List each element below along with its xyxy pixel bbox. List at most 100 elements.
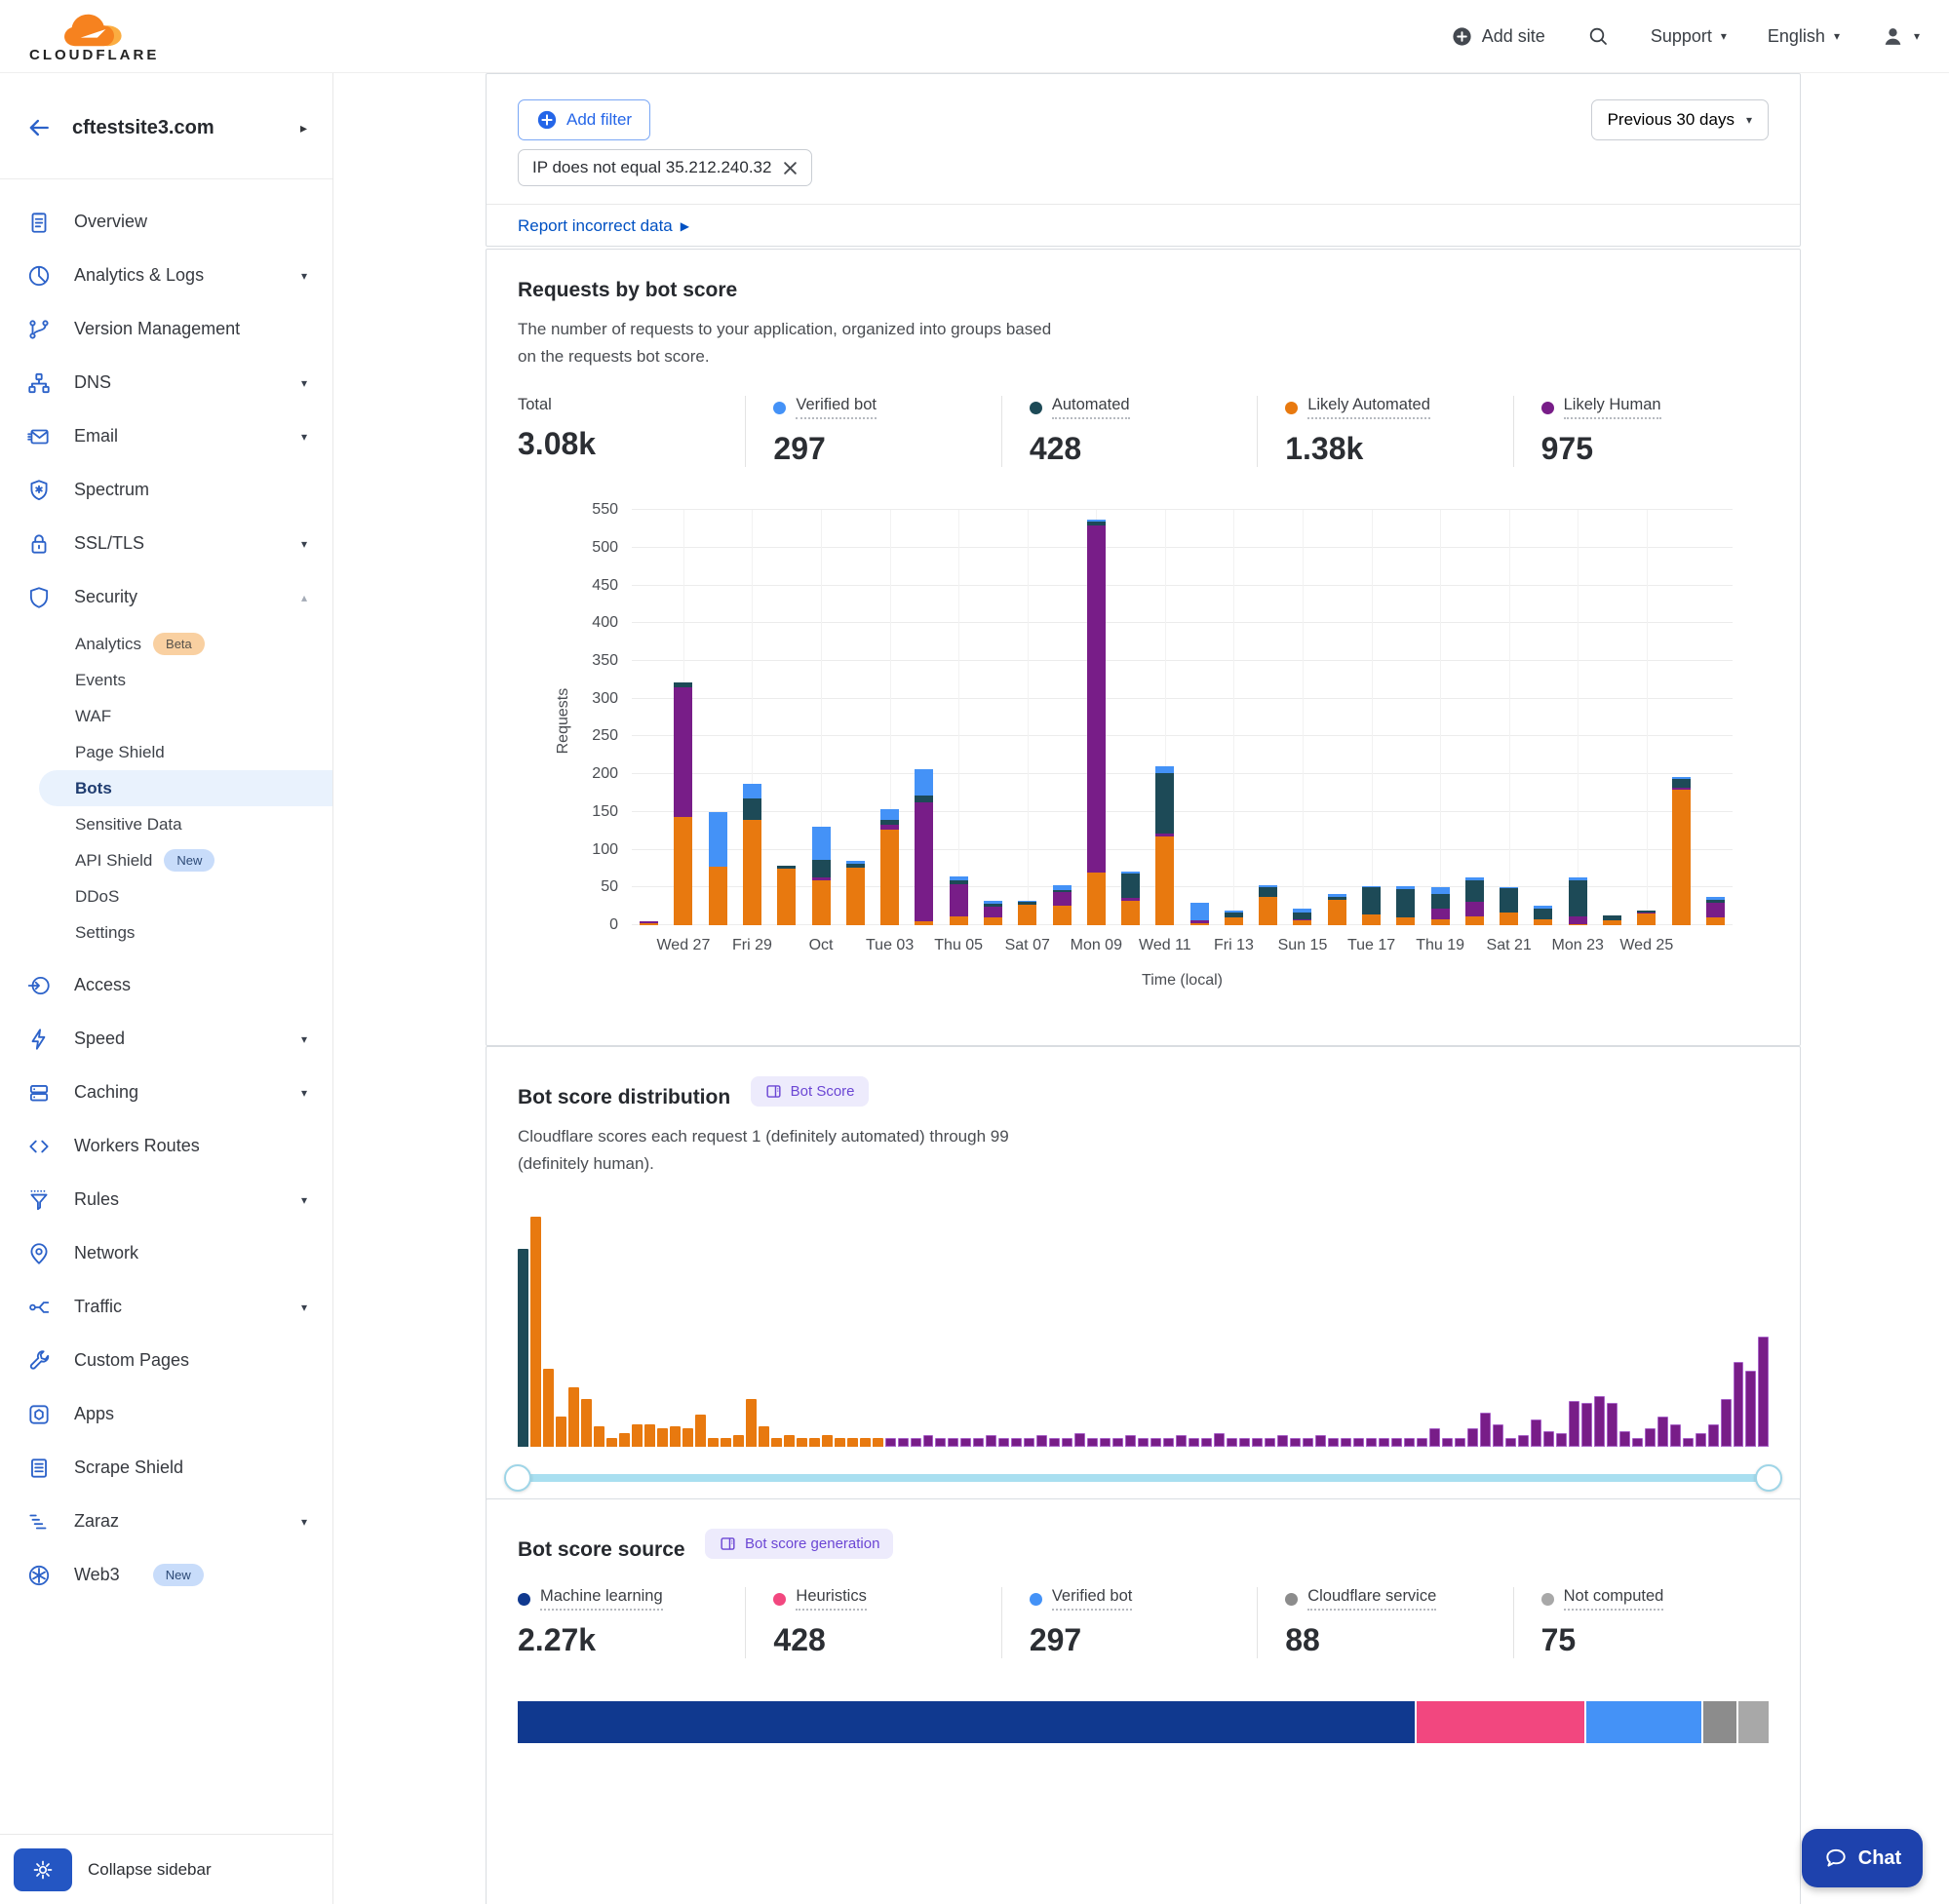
- slider-handle-max[interactable]: [1755, 1464, 1782, 1492]
- sidebar-item-analytics[interactable]: AnalyticsBeta: [0, 626, 332, 662]
- sidebar-item-dns[interactable]: DNS▾: [0, 356, 332, 409]
- histogram-bar-score-20: [759, 1426, 769, 1447]
- source-bar-segment-not-computed: [1738, 1701, 1769, 1743]
- date-range-dropdown[interactable]: Previous 30 days ▾: [1591, 99, 1769, 140]
- histogram-bar-score-78: [1493, 1424, 1503, 1448]
- stat-label[interactable]: Not computed: [1564, 1587, 1664, 1611]
- sidebar-item-workers-routes[interactable]: Workers Routes: [0, 1119, 332, 1173]
- sidebar-item-overview[interactable]: Overview: [0, 195, 332, 249]
- stat-label[interactable]: Likely Human: [1564, 396, 1661, 419]
- chat-button[interactable]: Chat: [1802, 1829, 1923, 1887]
- source-stats-row: Machine learning 2.27kHeuristics428 Verifi…: [518, 1587, 1769, 1658]
- language-menu[interactable]: English ▾: [1768, 26, 1840, 47]
- stat-value: 975: [1541, 431, 1769, 467]
- filter-chip[interactable]: IP does not equal 35.212.240.32: [518, 149, 812, 186]
- sidebar-item-version-management[interactable]: Version Management: [0, 302, 332, 356]
- bar-slot: [769, 510, 803, 925]
- sidebar-item-ddos[interactable]: DDoS: [0, 878, 332, 914]
- settings-gear-button[interactable]: [14, 1848, 72, 1891]
- histogram-bar-score-88: [1619, 1431, 1630, 1448]
- sidebar-item-settings[interactable]: Settings: [0, 914, 332, 951]
- collapse-sidebar-button[interactable]: Collapse sidebar: [88, 1860, 212, 1880]
- sidebar-item-traffic[interactable]: Traffic▾: [0, 1280, 332, 1334]
- bar-segment-likely_automated: [1155, 836, 1174, 925]
- bar-slot: [1217, 510, 1251, 925]
- stacked-bar: [1637, 911, 1656, 925]
- stat-label[interactable]: Automated: [1052, 396, 1130, 419]
- account-menu[interactable]: ▾: [1881, 24, 1920, 49]
- stat-value: 2.27k: [518, 1622, 745, 1658]
- sidebar-item-ssl-tls[interactable]: SSL/TLS▾: [0, 517, 332, 570]
- sidebar-item-caching[interactable]: Caching▾: [0, 1066, 332, 1119]
- chevron-right-icon[interactable]: ▸: [300, 120, 307, 136]
- add-filter-button[interactable]: Add filter: [518, 99, 650, 140]
- stat-label[interactable]: Machine learning: [540, 1587, 663, 1611]
- bar-segment-likely_automated: [846, 868, 865, 925]
- close-icon[interactable]: [783, 161, 798, 175]
- bot-score-generation-badge[interactable]: Bot score generation: [705, 1529, 893, 1559]
- histogram-bar-score-21: [771, 1438, 782, 1447]
- sidebar-item-page-shield[interactable]: Page Shield: [0, 734, 332, 770]
- sidebar-item-scrape-shield[interactable]: Scrape Shield: [0, 1441, 332, 1495]
- bar-segment-likely_automated: [1569, 924, 1587, 926]
- stat-heuristics: Heuristics428: [745, 1587, 1000, 1658]
- search-button[interactable]: [1586, 24, 1610, 48]
- sidebar-item-zaraz[interactable]: Zaraz▾: [0, 1495, 332, 1548]
- sidebar-item-sensitive-data[interactable]: Sensitive Data: [0, 806, 332, 842]
- logo-wordmark: CLOUDFLARE: [29, 48, 159, 62]
- histogram-bar-score-11: [644, 1424, 655, 1448]
- sidebar-item-bots[interactable]: Bots: [39, 770, 332, 806]
- stacked-bar: [1018, 901, 1036, 926]
- stacked-bar: [1259, 885, 1277, 925]
- bar-segment-likely_automated: [1053, 906, 1072, 925]
- sidebar-item-label: Scrape Shield: [74, 1457, 183, 1478]
- report-incorrect-data-link[interactable]: Report incorrect data ▶: [518, 216, 689, 236]
- bar-segment-likely_automated: [1018, 905, 1036, 925]
- bot-score-docs-badge[interactable]: Bot Score: [751, 1076, 869, 1107]
- sidebar-item-apps[interactable]: Apps: [0, 1387, 332, 1441]
- sidebar-item-api-shield[interactable]: API ShieldNew: [0, 842, 332, 878]
- stacked-bar: [1328, 894, 1346, 925]
- stat-label[interactable]: Likely Automated: [1307, 396, 1430, 419]
- sidebar-item-custom-pages[interactable]: Custom Pages: [0, 1334, 332, 1387]
- sidebar-item-label: Page Shield: [75, 743, 165, 762]
- bar-segment-likely_automated: [1087, 873, 1106, 925]
- sidebar-item-web3[interactable]: Web3New: [0, 1548, 332, 1602]
- support-menu[interactable]: Support ▾: [1651, 26, 1727, 47]
- add-site-button[interactable]: Add site: [1451, 25, 1545, 48]
- bar-segment-verified_bot: [743, 784, 761, 798]
- sidebar-item-speed[interactable]: Speed▾: [0, 1012, 332, 1066]
- histogram-bar-score-31: [898, 1438, 909, 1447]
- sidebar-item-waf[interactable]: WAF: [0, 698, 332, 734]
- bar-slot: [1698, 510, 1733, 925]
- back-arrow-icon[interactable]: [25, 114, 53, 141]
- stat-label[interactable]: Verified bot: [1052, 1587, 1133, 1611]
- bar-segment-likely_automated: [1465, 916, 1484, 925]
- sidebar-item-label: Rules: [74, 1189, 119, 1210]
- sidebar-item-spectrum[interactable]: Spectrum: [0, 463, 332, 517]
- sidebar-item-rules[interactable]: Rules▾: [0, 1173, 332, 1226]
- sidebar-item-label: Workers Routes: [74, 1136, 200, 1156]
- bar-slot: [1423, 510, 1457, 925]
- stat-value: 297: [773, 431, 1000, 467]
- sidebar-item-network[interactable]: Network: [0, 1226, 332, 1280]
- sidebar-item-analytics-logs[interactable]: Analytics & Logs▾: [0, 249, 332, 302]
- histogram-bar-score-50: [1138, 1438, 1149, 1447]
- slider-track[interactable]: [518, 1474, 1769, 1482]
- stat-label[interactable]: Verified bot: [796, 396, 877, 419]
- legend-dot: [773, 402, 786, 414]
- stat-label[interactable]: Heuristics: [796, 1587, 866, 1611]
- sidebar-item-events[interactable]: Events: [0, 662, 332, 698]
- sidebar-item-email[interactable]: Email▾: [0, 409, 332, 463]
- cloudflare-logo[interactable]: CLOUDFLARE: [29, 11, 159, 62]
- bar-segment-automated: [1569, 880, 1587, 916]
- language-label: English: [1768, 26, 1825, 47]
- sidebar-item-security[interactable]: Security▴: [0, 570, 332, 624]
- document-icon: [25, 1456, 53, 1481]
- slider-handle-min[interactable]: [504, 1464, 531, 1492]
- sidebar-item-access[interactable]: Access: [0, 958, 332, 1012]
- histogram-bar-score-90: [1645, 1428, 1656, 1447]
- bar-segment-automated: [1259, 887, 1277, 896]
- stat-label[interactable]: Cloudflare service: [1307, 1587, 1436, 1611]
- site-selector[interactable]: cftestsite3.com ▸: [0, 73, 332, 179]
